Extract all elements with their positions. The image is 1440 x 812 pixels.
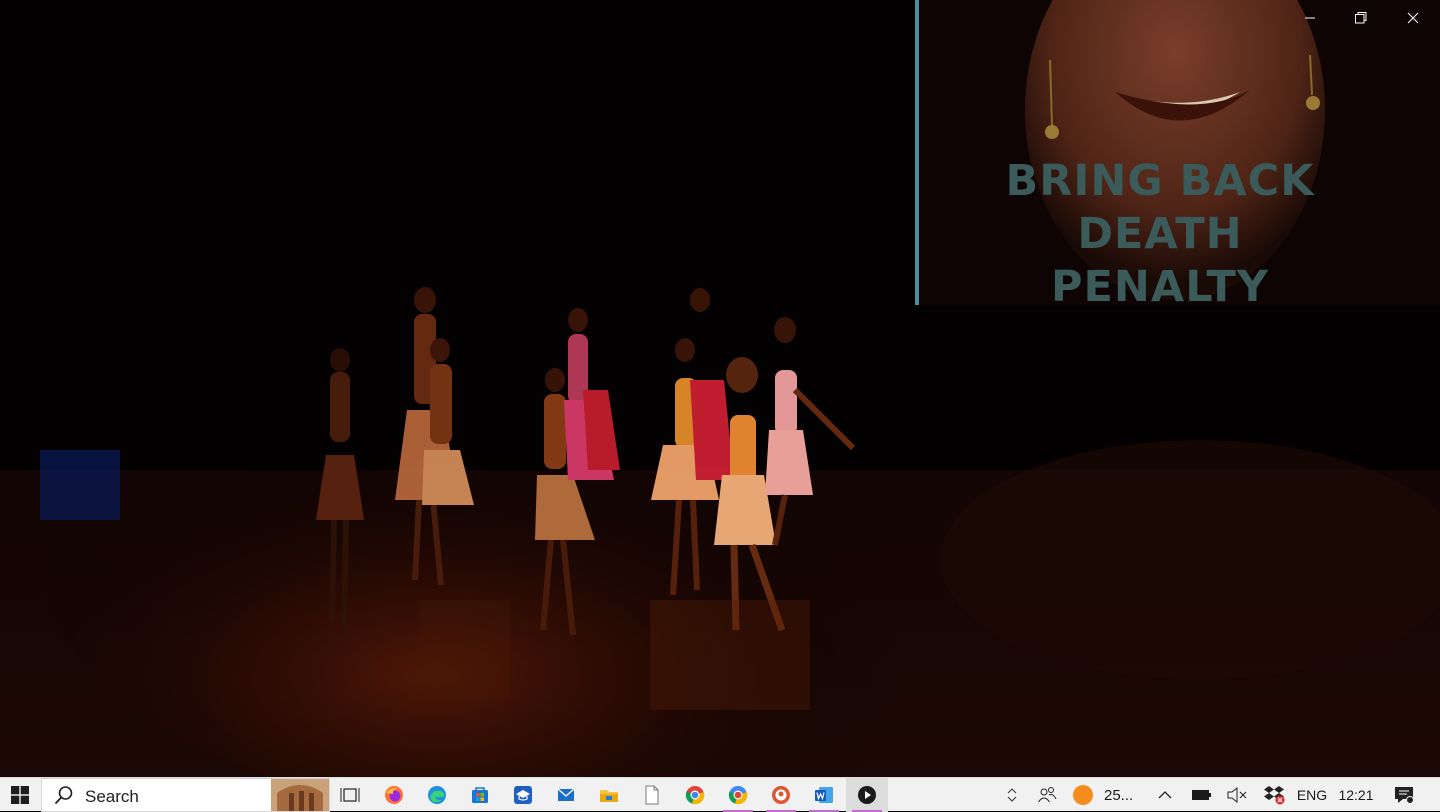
- word-icon: [815, 787, 833, 803]
- chevron-down-icon: [1007, 796, 1017, 802]
- battery-button[interactable]: [1188, 778, 1216, 812]
- edge-button[interactable]: [416, 778, 458, 812]
- close-button[interactable]: [1388, 0, 1438, 36]
- caption-line-1: BRING BACK: [1005, 156, 1315, 206]
- search-highlight-icon: [271, 779, 329, 811]
- mail-icon: [557, 788, 575, 801]
- windows-logo-icon: [11, 786, 29, 804]
- caption-line-2: DEATH: [1077, 209, 1243, 259]
- minimize-button[interactable]: [1285, 0, 1335, 36]
- notepad-button[interactable]: [631, 778, 673, 812]
- graduation-cap-icon: [514, 786, 532, 804]
- media-player-button[interactable]: [846, 778, 888, 812]
- weather-widget[interactable]: 25...: [1072, 778, 1152, 812]
- chrome-dev-button[interactable]: [717, 778, 759, 812]
- search-icon: [54, 786, 73, 805]
- taskbar: Search 25... ENG 12:21: [0, 777, 1440, 812]
- chrome-icon: [685, 786, 705, 805]
- document-icon: [645, 785, 659, 805]
- people-button[interactable]: [1030, 778, 1064, 812]
- task-view-button[interactable]: [330, 778, 370, 812]
- restore-icon: [1355, 12, 1367, 24]
- restore-button[interactable]: [1336, 0, 1386, 36]
- duckduckgo-button[interactable]: [760, 778, 802, 812]
- file-explorer-button[interactable]: [588, 778, 630, 812]
- mail-button[interactable]: [545, 778, 587, 812]
- start-button[interactable]: [0, 778, 40, 812]
- edge-icon: [428, 786, 446, 804]
- search-placeholder: Search: [85, 787, 139, 806]
- chrome-dev-icon: [728, 786, 748, 805]
- store-icon: [472, 787, 488, 803]
- sun-icon: [1073, 785, 1093, 805]
- dropbox-icon: [1264, 786, 1285, 805]
- language-text: ENG: [1296, 787, 1328, 803]
- people-icon: [1038, 787, 1057, 803]
- notifications-icon: [1395, 787, 1414, 804]
- battery-icon: [1192, 790, 1211, 800]
- folder-icon: [600, 790, 618, 802]
- minimize-icon: [1305, 17, 1315, 19]
- clock[interactable]: 12:21: [1332, 778, 1380, 812]
- dropbox-button[interactable]: [1260, 778, 1288, 812]
- tile-app-button[interactable]: [502, 778, 544, 812]
- volume-muted-icon: [1227, 787, 1247, 803]
- play-icon: [858, 786, 876, 804]
- task-view-icon: [340, 788, 360, 802]
- clock-time: 12:21: [1338, 787, 1374, 803]
- chevron-up-icon: [1007, 788, 1017, 794]
- chevron-up-icon: [1158, 791, 1172, 799]
- caption-line-3: PENALTY: [1051, 262, 1269, 312]
- search-box[interactable]: Search: [41, 778, 330, 812]
- duckduckgo-icon: [772, 786, 790, 804]
- close-icon: [1407, 12, 1419, 24]
- taskbar-scroll[interactable]: [1002, 778, 1022, 812]
- language-indicator[interactable]: ENG: [1292, 778, 1332, 812]
- volume-button[interactable]: [1223, 778, 1251, 812]
- action-center-button[interactable]: [1386, 778, 1422, 812]
- weather-text: 25...: [1104, 786, 1134, 804]
- video-viewer[interactable]: BRING BACK DEATH PENALTY: [0, 0, 1440, 777]
- video-frame: [0, 0, 1440, 777]
- show-hidden-icons-button[interactable]: [1152, 778, 1178, 812]
- store-button[interactable]: [459, 778, 501, 812]
- word-button[interactable]: [803, 778, 845, 812]
- firefox-button[interactable]: [373, 778, 415, 812]
- firefox-icon: [385, 786, 403, 804]
- chrome-button[interactable]: [674, 778, 716, 812]
